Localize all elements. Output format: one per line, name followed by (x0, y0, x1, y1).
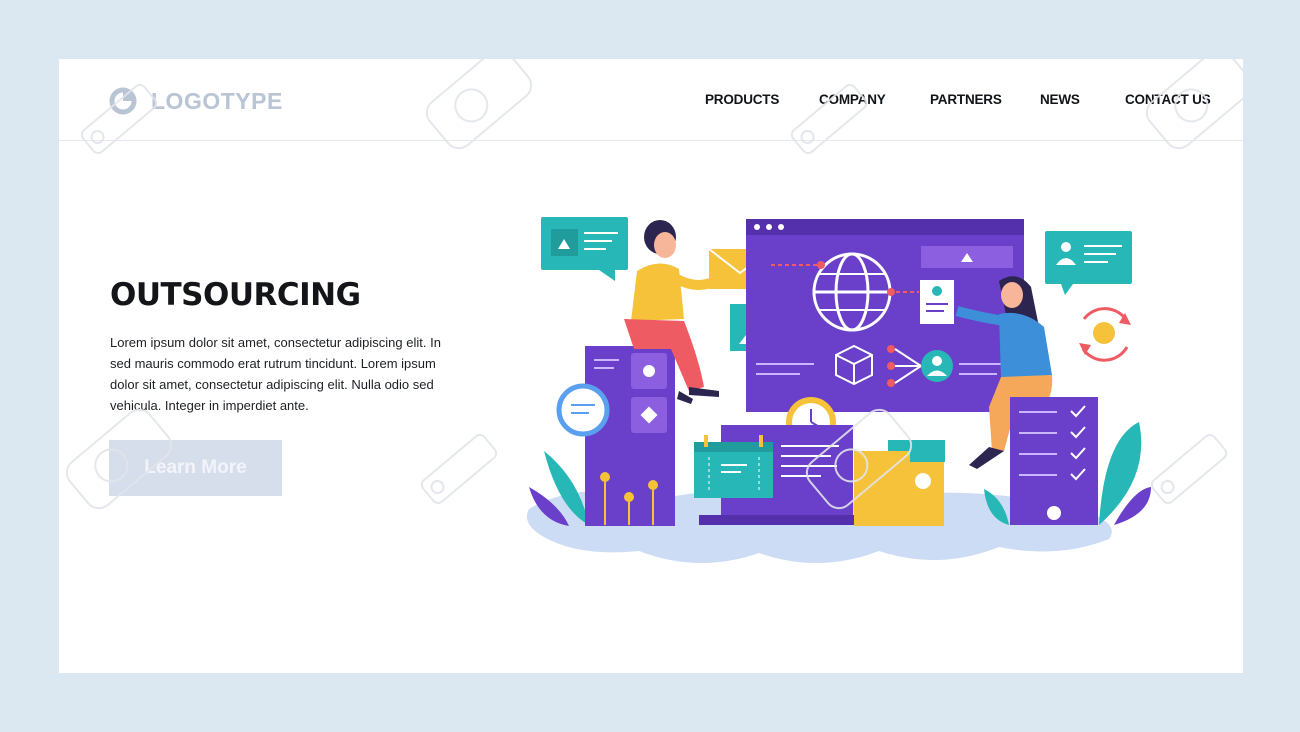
checklist-server-icon (1010, 397, 1098, 525)
refresh-cycle-icon (1079, 307, 1131, 362)
folder-icon (854, 440, 945, 526)
server-tower-left-icon (585, 346, 675, 526)
outsourcing-illustration (526, 217, 1151, 564)
chat-bubble-contact-icon (1045, 231, 1132, 295)
landing-page-card: LOGOTYPE PRODUCTS COMPANY PARTNERS NEWS … (59, 48, 1253, 673)
calendar-icon (694, 435, 773, 498)
profile-card-icon (920, 280, 954, 324)
chat-bubble-image-icon (541, 217, 628, 281)
